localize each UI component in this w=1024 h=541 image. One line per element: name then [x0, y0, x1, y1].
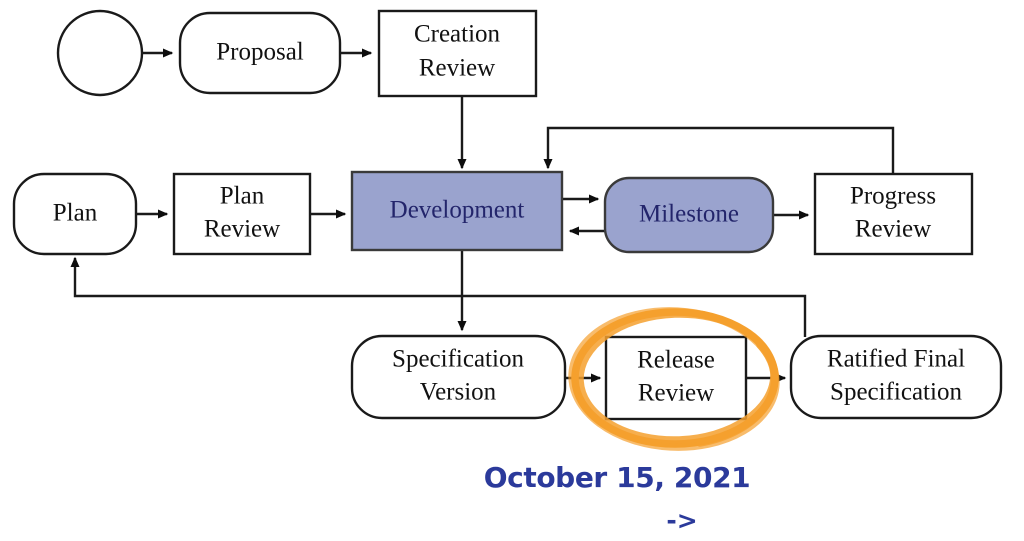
- node-proposal[interactable]: Proposal: [178, 11, 342, 95]
- node-plan-review-label-line1: Plan: [220, 183, 265, 210]
- node-progress-review-label-line2: Review: [855, 216, 931, 243]
- node-proposal-label: Proposal: [216, 39, 304, 66]
- node-creation-review-label-line1: Creation: [414, 21, 501, 48]
- node-creation-review-label-line2: Review: [419, 55, 495, 82]
- node-development[interactable]: Development: [350, 170, 564, 252]
- node-start[interactable]: [56, 9, 144, 97]
- node-plan-label: Plan: [53, 200, 98, 227]
- edge-feedback-loop-to-plan: [70, 256, 807, 337]
- flowchart-canvas: Proposal Creation Review Plan Plan Revie…: [12, 9, 1003, 451]
- node-specification-version-label-line2: Version: [420, 379, 497, 406]
- node-ratified-final-specification[interactable]: Ratified Final Specification: [789, 334, 1003, 420]
- node-plan-review-label-line2: Review: [204, 216, 280, 243]
- node-milestone-label: Milestone: [639, 201, 739, 228]
- node-progress-review[interactable]: Progress Review: [813, 172, 974, 256]
- node-release-review[interactable]: Release Review: [604, 335, 748, 421]
- node-progress-review-label-line1: Progress: [850, 183, 936, 210]
- node-start-shape: [56, 9, 144, 97]
- node-plan-review[interactable]: Plan Review: [172, 172, 312, 256]
- node-specification-version-label-line1: Specification: [392, 346, 524, 373]
- node-milestone[interactable]: Milestone: [603, 176, 775, 254]
- edge-progress-review-to-development-loop: [543, 126, 895, 174]
- node-ratified-final-specification-label-line1: Ratified Final: [827, 346, 965, 373]
- node-specification-version[interactable]: Specification Version: [350, 334, 567, 420]
- node-creation-review[interactable]: Creation Review: [377, 9, 538, 98]
- flowchart-diagram: Proposal Creation Review Plan Plan Revie…: [0, 0, 1024, 541]
- node-release-review-label-line2: Review: [638, 380, 714, 407]
- node-plan[interactable]: Plan: [12, 172, 138, 256]
- node-development-label: Development: [390, 197, 525, 224]
- node-release-review-label-line1: Release: [637, 347, 715, 374]
- node-ratified-final-specification-label-line2: Specification: [830, 379, 962, 406]
